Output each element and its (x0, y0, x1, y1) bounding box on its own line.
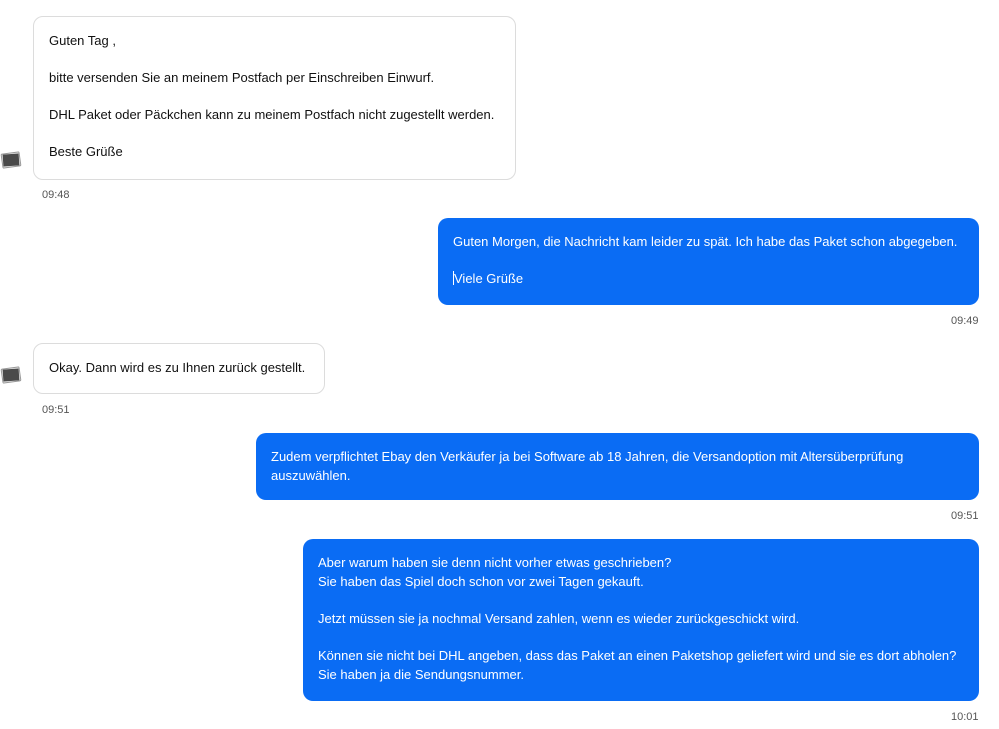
message-timestamp: 10:01 (951, 711, 979, 723)
message-line: DHL Paket oder Päckchen kann zu meinem P… (49, 107, 495, 122)
message-bubble-outgoing: Aber warum haben sie denn nicht vorher e… (303, 539, 979, 701)
message-line: Sie haben ja die Sendungsnummer. (318, 667, 524, 682)
message-bubble-outgoing: Zudem verpflichtet Ebay den Verkäufer ja… (256, 433, 979, 500)
message-bubble-incoming: Okay. Dann wird es zu Ihnen zurück geste… (33, 343, 325, 394)
message-line-gap (49, 124, 500, 142)
message-line-gap (49, 50, 500, 68)
message-line: auszuwählen. (271, 468, 351, 483)
message-line: Aber warum haben sie denn nicht vorher e… (318, 555, 672, 570)
avatar-photo-icon (0, 365, 22, 385)
message-line-gap (49, 87, 500, 105)
message-line: Viele Grüße (454, 271, 524, 286)
message-timestamp: 09:48 (42, 189, 70, 201)
message-timestamp: 09:51 (951, 510, 979, 522)
message-bubble-outgoing: Guten Morgen, die Nachricht kam leider z… (438, 218, 979, 305)
message-line-gap (318, 628, 964, 646)
message-bubble-incoming: Guten Tag , bitte versenden Sie an meine… (33, 16, 516, 180)
message-line: Jetzt müssen sie ja nochmal Versand zahl… (318, 611, 800, 626)
message-line: Sie haben das Spiel doch schon vor zwei … (318, 574, 644, 589)
message-line: Können sie nicht bei DHL angeben, dass d… (318, 648, 957, 663)
message-line: bitte versenden Sie an meinem Postfach p… (49, 70, 435, 85)
message-line: Okay. Dann wird es zu Ihnen zurück geste… (49, 360, 306, 375)
message-line-with-caret: Viele Grüße (453, 269, 964, 288)
message-line: Guten Morgen, die Nachricht kam leider z… (453, 234, 958, 249)
message-timestamp: 09:49 (951, 315, 979, 327)
message-line: Beste Grüße (49, 144, 123, 159)
message-timestamp: 09:51 (42, 404, 70, 416)
avatar-photo-icon (0, 150, 22, 170)
message-line: Guten Tag , (49, 33, 116, 48)
message-line-gap (318, 591, 964, 609)
message-line-gap (453, 251, 964, 269)
message-line: Zudem verpflichtet Ebay den Verkäufer ja… (271, 449, 904, 464)
